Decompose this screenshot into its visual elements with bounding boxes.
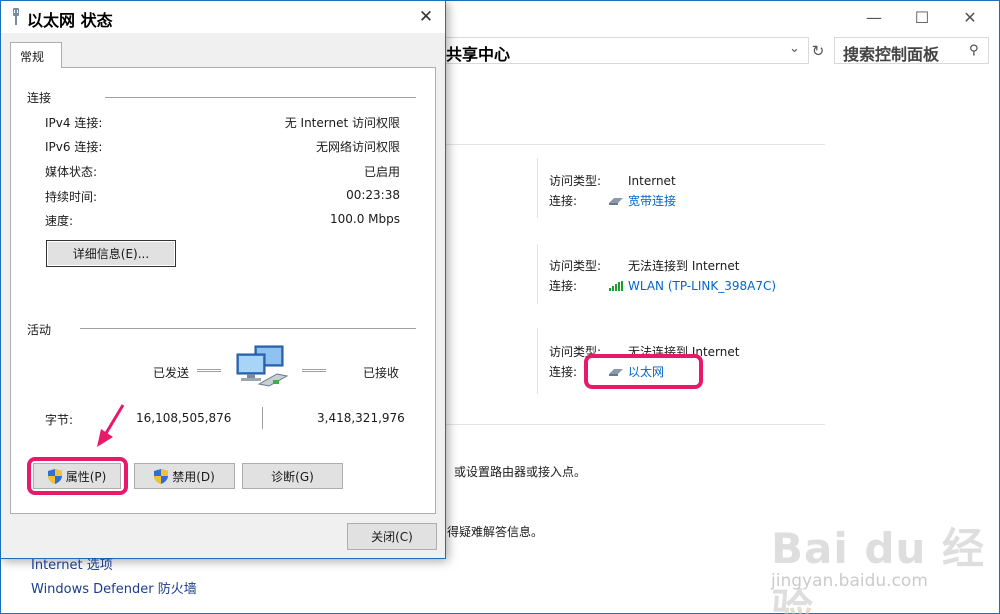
speed-value: 100.0 Mbps: [329, 212, 400, 226]
divider: [537, 244, 538, 304]
windows-defender-firewall-link[interactable]: Windows Defender 防火墙: [31, 578, 197, 597]
broadband-icon: [609, 198, 623, 205]
uac-shield-icon: [154, 468, 169, 484]
troubleshoot-text: 得疑难解答信息。: [447, 525, 544, 539]
bytes-received-value: 3,418,321,976: [317, 411, 405, 425]
media-state-label: 媒体状态:: [45, 165, 98, 179]
chevron-down-icon[interactable]: ⌄: [789, 41, 800, 56]
dialog-close-icon[interactable]: ✕: [407, 1, 445, 33]
refresh-icon[interactable]: ↻: [806, 38, 830, 63]
minimize-button[interactable]: —: [851, 1, 897, 33]
connection-label: 连接:: [549, 194, 578, 208]
dialog-title: 以太网 状态: [27, 11, 113, 30]
search-placeholder: 搜索控制面板: [843, 45, 940, 64]
setup-text: 或设置路由器或接入点。: [454, 465, 587, 479]
group-divider: [105, 97, 416, 98]
activity-divider: [262, 407, 263, 429]
access-type-value: 无法连接到 Internet: [628, 259, 740, 273]
connection-link-broadband[interactable]: 宽带连接: [628, 191, 676, 211]
close-button[interactable]: ✕: [947, 1, 993, 33]
ethernet-status-dialog: 以太网 状态 ✕ 常规 连接 IPv4 连接: 无 Internet 访问权限 …: [0, 0, 446, 573]
highlight-properties: [27, 457, 128, 495]
watermark-url: jingyan.baidu.com: [771, 571, 928, 591]
tab-general[interactable]: 常规: [10, 42, 62, 68]
watermark-brand: Bai du 经验: [771, 524, 985, 614]
access-type-value: Internet: [628, 174, 676, 188]
close-dialog-button[interactable]: 关闭(C): [347, 523, 437, 550]
maximize-button[interactable]: ☐: [899, 1, 945, 33]
connection-label: 连接:: [549, 365, 578, 379]
speed-label: 速度:: [45, 214, 74, 228]
disable-button[interactable]: 禁用(D): [134, 463, 235, 489]
internet-options-link[interactable]: Internet 选项: [31, 554, 113, 573]
access-type-label: 访问类型:: [549, 259, 602, 273]
address-bar[interactable]: 共享中心: [437, 37, 809, 64]
diagnose-button[interactable]: 诊断(G): [242, 463, 343, 489]
duration-value: 00:23:38: [346, 188, 400, 202]
media-state-value: 已启用: [363, 165, 400, 179]
address-text: 共享中心: [446, 45, 511, 64]
search-input[interactable]: 搜索控制面板 ⚲: [834, 37, 989, 64]
received-label: 已接收: [363, 366, 400, 380]
connection-label: 连接:: [549, 279, 578, 293]
annotation-arrow-icon: [97, 404, 125, 447]
divider: [537, 158, 538, 218]
search-icon[interactable]: ⚲: [969, 43, 979, 58]
sent-label: 已发送: [153, 366, 190, 380]
ipv4-label: IPv4 连接:: [45, 116, 103, 130]
details-button[interactable]: 详细信息(E)...: [46, 240, 176, 267]
duration-label: 持续时间:: [45, 190, 98, 204]
dialog-title-bar: 以太网 状态 ✕: [1, 1, 445, 33]
ipv6-value: 无网络访问权限: [315, 140, 400, 154]
watermark: Bai du 经验 jingyan.baidu.com: [771, 501, 991, 614]
bytes-label: 字节:: [45, 413, 74, 427]
tab-label: 常规: [20, 50, 45, 64]
divider: [537, 328, 538, 394]
activity-group-label: 活动: [27, 323, 52, 337]
access-type-label: 访问类型:: [549, 174, 602, 188]
network-cable-icon: [13, 8, 19, 25]
group-divider: [80, 328, 416, 329]
connection-link-wlan[interactable]: WLAN (TP-LINK_398A7C): [628, 276, 776, 296]
highlight-ethernet: [584, 354, 703, 389]
divider: [437, 424, 825, 425]
activity-line: [302, 369, 326, 372]
network-computers-icon: [236, 345, 289, 387]
activity-line: [197, 369, 221, 372]
disable-button-label: 禁用(D): [172, 469, 215, 484]
divider: [437, 144, 825, 145]
ipv6-label: IPv6 连接:: [45, 140, 103, 154]
ipv4-value: 无 Internet 访问权限: [284, 116, 400, 130]
connection-group-label: 连接: [27, 91, 52, 105]
tab-panel: [10, 67, 436, 514]
wifi-signal-icon: [609, 281, 623, 291]
bytes-sent-value: 16,108,505,876: [136, 411, 232, 425]
